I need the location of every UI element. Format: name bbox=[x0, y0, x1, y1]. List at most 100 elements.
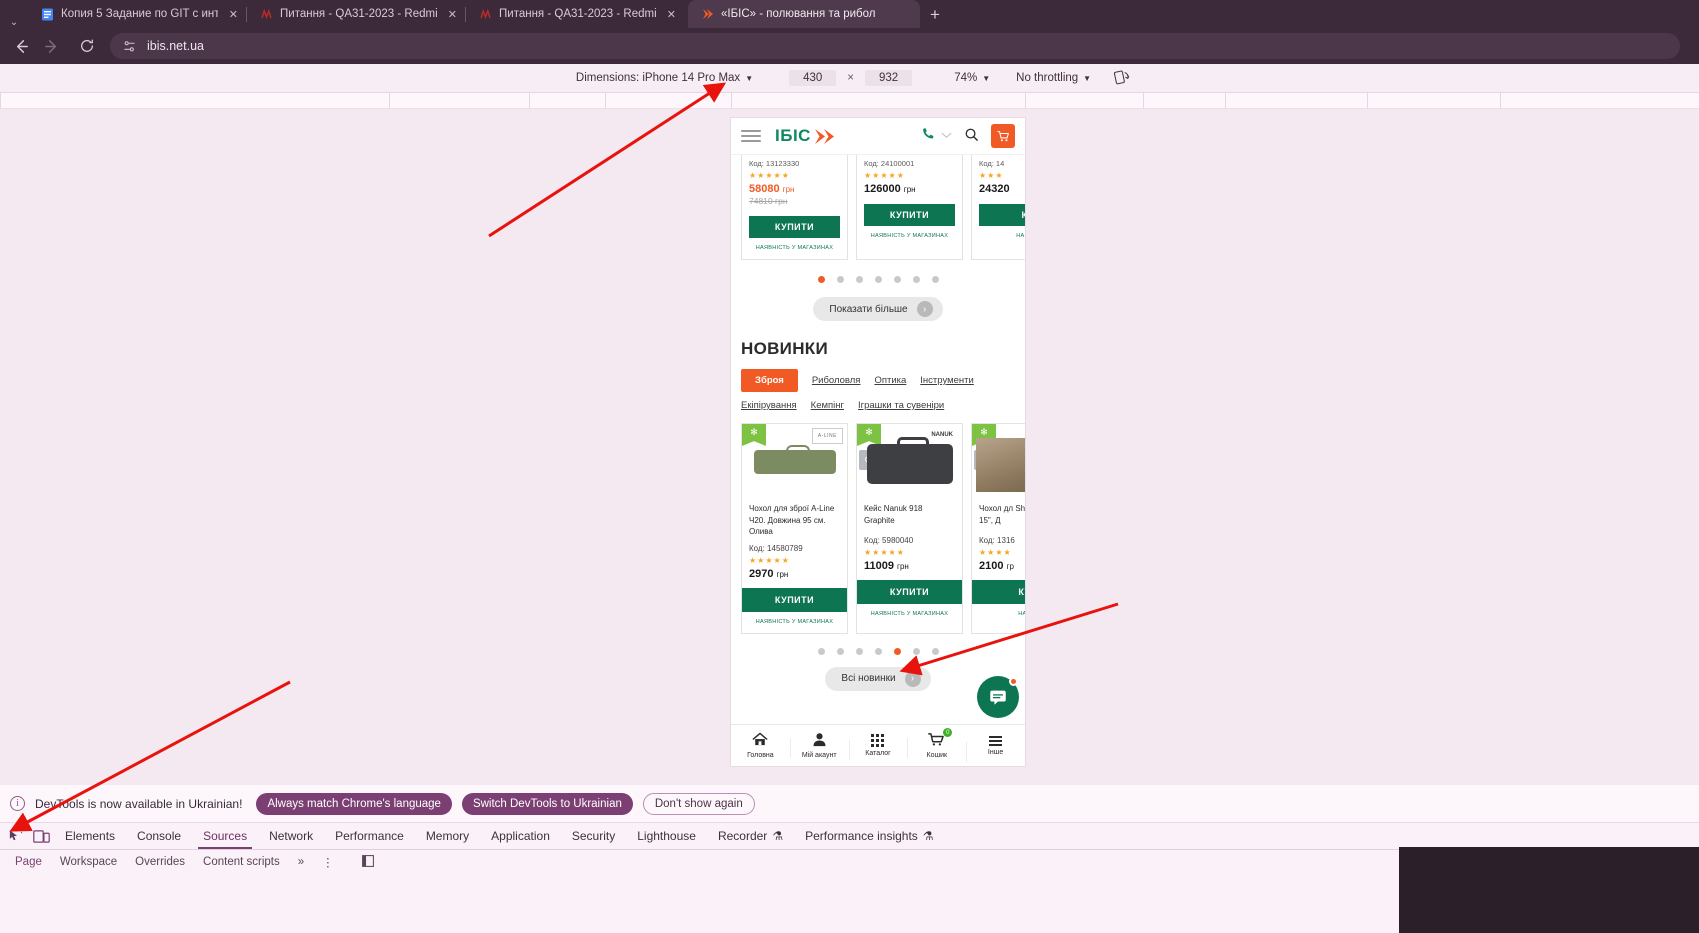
product-title[interactable]: Чохол дл Shaptala AR-15", Д bbox=[972, 496, 1025, 530]
sources-subtab-page[interactable]: Page bbox=[6, 856, 51, 868]
tab-igrashky[interactable]: Іграшки та сувеніри bbox=[858, 400, 944, 411]
news-carousel-dots[interactable] bbox=[731, 634, 1025, 659]
carousel-dot[interactable] bbox=[836, 647, 844, 655]
tab-close-icon[interactable]: ✕ bbox=[225, 8, 238, 21]
bottom-nav-catalog[interactable]: Каталог bbox=[848, 734, 908, 760]
tab-instrumenty[interactable]: Інструменти bbox=[920, 375, 974, 386]
chat-button[interactable] bbox=[977, 676, 1019, 718]
carousel-dot[interactable] bbox=[912, 647, 920, 655]
buy-button[interactable]: КУПИТИ bbox=[742, 587, 847, 612]
buy-button[interactable]: КУПИТИ bbox=[864, 204, 955, 226]
device-dimensions-select[interactable]: Dimensions: iPhone 14 Pro Max ▼ bbox=[568, 68, 761, 88]
carousel-dot[interactable] bbox=[836, 276, 844, 283]
devtools-tab-performance-insights[interactable]: Performance insights ⚗ bbox=[794, 823, 944, 849]
tab-close-icon[interactable]: ✕ bbox=[663, 8, 676, 21]
back-arrow-icon[interactable] bbox=[6, 31, 36, 61]
reload-icon[interactable] bbox=[72, 31, 102, 61]
browser-tab-1[interactable]: Копия 5 Задание по GIT с инте ✕ bbox=[28, 0, 246, 28]
availability-link[interactable]: НАЯ bbox=[972, 604, 1025, 625]
top-carousel-dots[interactable] bbox=[731, 260, 1025, 287]
product-card[interactable]: Код: 24100001 ★★★★★ 126000 грн КУПИТИ НА… bbox=[856, 154, 963, 260]
availability-link[interactable]: НАЯВНІСТЬ У МАГАЗИНАХ bbox=[857, 226, 962, 247]
bottom-nav-more[interactable]: Інше bbox=[966, 735, 1025, 762]
tab-optyka[interactable]: Оптика bbox=[874, 375, 906, 386]
devtools-tab-performance[interactable]: Performance bbox=[324, 823, 415, 849]
carousel-dot[interactable] bbox=[855, 647, 863, 655]
product-title[interactable]: Чохол для зброї A-Line Ч20. Довжина 95 с… bbox=[742, 496, 847, 538]
bottom-nav-account[interactable]: Мій акаунт bbox=[789, 732, 849, 759]
devtools-tab-sources[interactable]: Sources bbox=[192, 823, 258, 849]
availability-link[interactable]: НАЯВНІСТЬ У МАГАЗИНАХ bbox=[742, 238, 847, 259]
site-settings-icon[interactable] bbox=[122, 38, 138, 54]
carousel-dot[interactable] bbox=[931, 276, 939, 283]
sources-panel-layout-icon[interactable] bbox=[353, 854, 383, 870]
chevron-down-icon[interactable] bbox=[941, 131, 952, 142]
cart-icon[interactable] bbox=[991, 124, 1015, 148]
sources-subtab-overrides[interactable]: Overrides bbox=[126, 856, 194, 868]
product-title[interactable]: Кейс Nanuk 918 Graphite bbox=[857, 496, 962, 530]
product-card[interactable]: Код: 14 ★★★ 24320 К НАЯВ bbox=[971, 154, 1025, 260]
tab-ekipiruvannya[interactable]: Екіпірування bbox=[741, 400, 797, 411]
buy-button[interactable]: КУПИТИ bbox=[857, 580, 962, 604]
buy-button[interactable]: КУПИТИ bbox=[749, 216, 840, 238]
device-height-input[interactable]: 932 bbox=[865, 70, 913, 86]
carousel-dot[interactable] bbox=[893, 276, 901, 283]
hamburger-menu-icon[interactable] bbox=[741, 130, 761, 142]
sources-subtab-content-scripts[interactable]: Content scripts bbox=[194, 856, 289, 868]
bottom-nav-home[interactable]: Головна bbox=[731, 732, 790, 759]
carousel-dot[interactable] bbox=[817, 647, 825, 655]
carousel-dot[interactable] bbox=[874, 276, 882, 283]
address-bar[interactable]: ibis.net.ua bbox=[110, 33, 1680, 59]
product-card[interactable]: Код: 13123330 ★★★★★ 58080 грн 74810 грн … bbox=[741, 154, 848, 260]
forward-arrow-icon[interactable] bbox=[36, 31, 66, 61]
availability-link[interactable]: НАЯВ bbox=[972, 226, 1025, 247]
new-tab-button[interactable]: + bbox=[920, 2, 950, 28]
browser-tab-4-active[interactable]: «ІБІС» - полювання та рибол ✕ bbox=[688, 0, 920, 28]
device-width-input[interactable]: 430 bbox=[789, 70, 837, 86]
tab-rybolovlya[interactable]: Риболовля bbox=[812, 375, 861, 386]
devtools-tab-network[interactable]: Network bbox=[258, 823, 324, 849]
carousel-dot[interactable] bbox=[912, 276, 920, 283]
carousel-dot[interactable] bbox=[855, 276, 863, 283]
devtools-tab-application[interactable]: Application bbox=[480, 823, 561, 849]
show-more-button[interactable]: Показати більше › bbox=[813, 297, 943, 321]
devtools-tab-console[interactable]: Console bbox=[126, 823, 192, 849]
bottom-nav-cart[interactable]: 0 Кошик bbox=[907, 728, 966, 759]
product-card[interactable]: ✻ A-LINE Чохол для зброї A-Line Ч20. Дов… bbox=[741, 423, 848, 634]
inspect-element-icon[interactable] bbox=[2, 823, 28, 849]
carousel-dot[interactable] bbox=[874, 647, 882, 655]
carousel-dot[interactable] bbox=[817, 276, 825, 283]
sources-subtab-workspace[interactable]: Workspace bbox=[51, 856, 126, 868]
dont-show-again-button[interactable]: Don't show again bbox=[642, 792, 755, 815]
tab-close-icon[interactable]: ✕ bbox=[444, 8, 457, 21]
sources-options-icon[interactable]: ⋮ bbox=[313, 855, 343, 869]
carousel-dot[interactable] bbox=[893, 647, 901, 655]
search-icon[interactable] bbox=[964, 127, 979, 145]
carousel-dot[interactable] bbox=[931, 647, 939, 655]
device-throttling-select[interactable]: No throttling ▼ bbox=[1008, 68, 1099, 88]
site-logo[interactable]: ІБІС bbox=[775, 126, 838, 146]
product-card[interactable]: ✻ NANUK ⟳ Кейс Nanuk 918 Graphite Код: 5… bbox=[856, 423, 963, 634]
all-news-button[interactable]: Всі новинки › bbox=[825, 666, 931, 691]
tab-search-icon[interactable]: ⌄ bbox=[0, 17, 28, 28]
browser-tab-2[interactable]: Питання - QA31-2023 - Redmin ✕ bbox=[247, 0, 465, 28]
devtools-tab-lighthouse[interactable]: Lighthouse bbox=[626, 823, 707, 849]
devtools-tab-elements[interactable]: Elements bbox=[54, 823, 126, 849]
browser-tab-3[interactable]: Питання - QA31-2023 - Redmin ✕ bbox=[466, 0, 684, 28]
device-zoom-select[interactable]: 74% ▼ bbox=[946, 68, 998, 88]
tab-zbroya[interactable]: Зброя bbox=[741, 369, 798, 392]
product-card[interactable]: ✻ ⟳ Чохол дл Shaptala AR-15", Д Код: 131… bbox=[971, 423, 1025, 634]
sources-more-icon[interactable]: » bbox=[289, 856, 313, 868]
devtools-tab-recorder[interactable]: Recorder ⚗ bbox=[707, 823, 794, 849]
switch-to-ukrainian-button[interactable]: Switch DevTools to Ukrainian bbox=[461, 792, 633, 815]
phone-icon[interactable] bbox=[921, 127, 936, 146]
always-match-language-button[interactable]: Always match Chrome's language bbox=[256, 792, 452, 815]
tab-kemping[interactable]: Кемпінг bbox=[811, 400, 844, 411]
buy-button[interactable]: К bbox=[979, 204, 1025, 226]
availability-link[interactable]: НАЯВНІСТЬ У МАГАЗИНАХ bbox=[742, 612, 847, 633]
buy-button[interactable]: КУ bbox=[972, 580, 1025, 604]
toggle-device-toolbar-icon[interactable] bbox=[28, 823, 54, 849]
devtools-tab-security[interactable]: Security bbox=[561, 823, 626, 849]
availability-link[interactable]: НАЯВНІСТЬ У МАГАЗИНАХ bbox=[857, 604, 962, 625]
rotate-device-icon[interactable] bbox=[1113, 68, 1131, 89]
